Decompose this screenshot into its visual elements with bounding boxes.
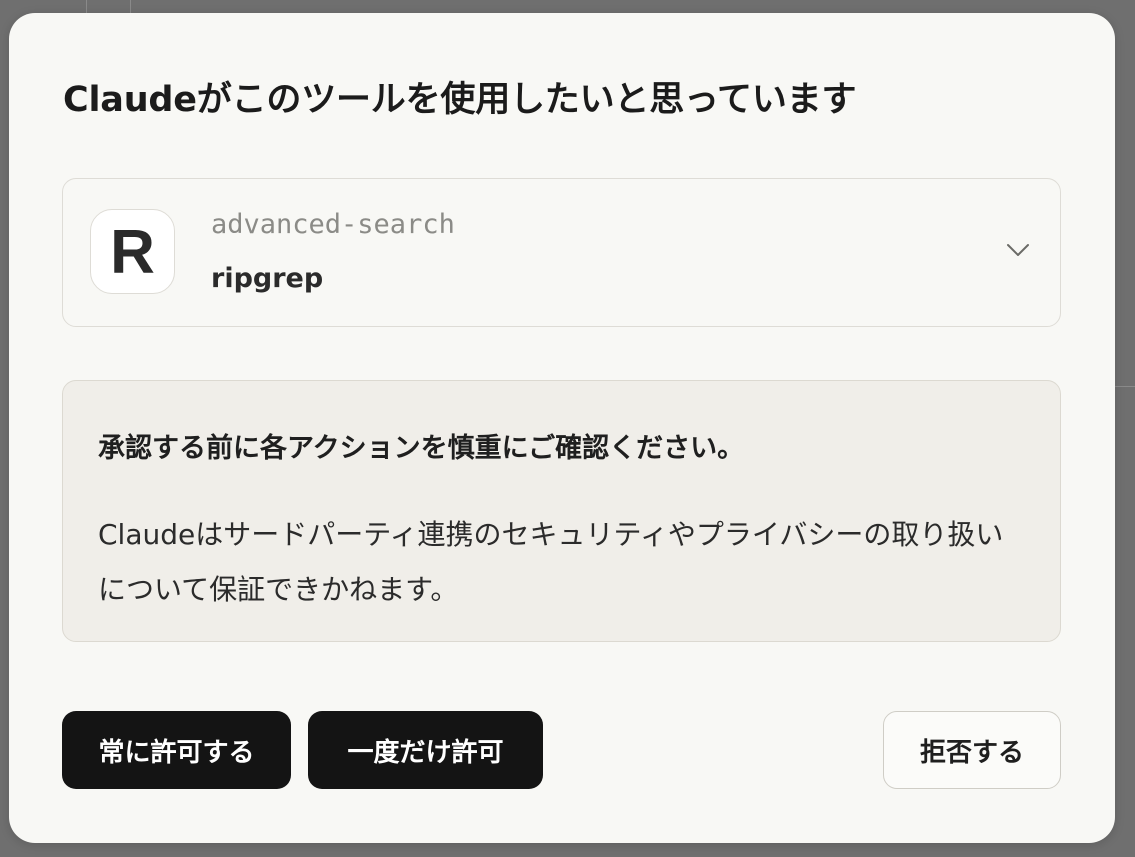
tool-details-card[interactable]: R advanced-search ripgrep — [62, 178, 1061, 327]
tool-server-name: advanced-search — [211, 209, 455, 240]
tool-name: ripgrep — [211, 263, 324, 294]
always-allow-button[interactable]: 常に許可する — [62, 711, 291, 789]
background-divider — [86, 0, 87, 14]
background-divider — [130, 0, 131, 14]
chevron-down-icon[interactable] — [1005, 241, 1031, 259]
tool-logo-letter: R — [110, 217, 155, 287]
dialog-title: Claudeがこのツールを使用したいと思っています — [63, 80, 857, 120]
tool-permission-dialog: Claudeがこのツールを使用したいと思っています R advanced-sea… — [9, 13, 1115, 843]
tool-logo: R — [90, 209, 175, 294]
background-divider — [1114, 386, 1135, 387]
deny-button[interactable]: 拒否する — [883, 711, 1061, 789]
caution-notice: 承認する前に各アクションを慎重にご確認ください。 Claudeはサードパーティ連… — [62, 380, 1061, 642]
notice-heading: 承認する前に各アクションを慎重にご確認ください。 — [98, 433, 745, 464]
allow-once-button[interactable]: 一度だけ許可 — [308, 711, 543, 789]
notice-body: Claudeはサードパーティ連携のセキュリティやプライバシーの取り扱いについて保… — [98, 518, 1004, 606]
